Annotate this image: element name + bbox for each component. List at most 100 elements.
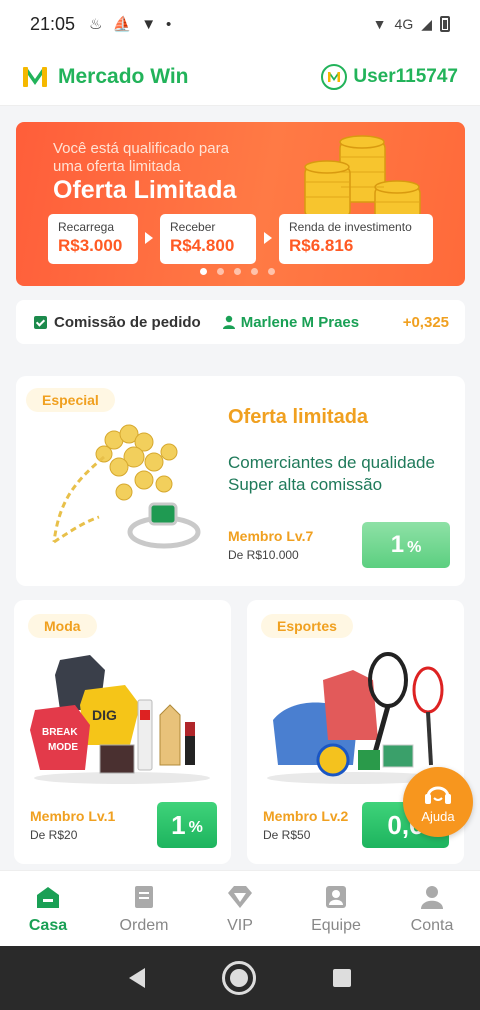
back-icon[interactable] bbox=[128, 968, 145, 988]
member-level: Membro Lv.2 bbox=[263, 808, 349, 824]
svg-text:BREAK: BREAK bbox=[42, 727, 78, 738]
card-value: R$3.000 bbox=[58, 236, 123, 255]
system-nav-bar bbox=[0, 946, 480, 1010]
nav-label: VIP bbox=[227, 916, 253, 934]
team-icon bbox=[326, 885, 346, 908]
diamond-icon bbox=[228, 885, 252, 908]
member-level: Membro Lv.1 bbox=[30, 808, 116, 824]
commission-ticker: Comissão de pedido Marlene M Praes +0,32… bbox=[16, 300, 465, 344]
featured-title: Oferta limitada bbox=[228, 406, 369, 428]
featured-description: Comerciantes de qualidade Super alta com… bbox=[228, 452, 435, 496]
nav-item-conta[interactable]: Conta bbox=[384, 871, 480, 946]
card-value: R$6.816 bbox=[289, 236, 354, 255]
system-icons: ▼ 4G ◢ bbox=[373, 16, 450, 33]
jewelry-image bbox=[52, 424, 201, 549]
orders-icon bbox=[135, 885, 153, 908]
card-label: Recarrega bbox=[58, 220, 115, 234]
app-title: Mercado Win bbox=[58, 64, 189, 88]
boat-icon: ⛵ bbox=[112, 16, 132, 33]
rate-percent: % bbox=[188, 819, 203, 836]
arrow-right-icon bbox=[264, 232, 272, 244]
svg-text:MODE: MODE bbox=[48, 742, 78, 753]
commission-user: Marlene M Praes bbox=[222, 313, 360, 331]
category-tag: Esportes bbox=[261, 614, 353, 638]
notification-icons: ♨ ⛵ ▼ • bbox=[89, 15, 172, 34]
checklist-icon bbox=[34, 315, 47, 329]
battery-icon bbox=[440, 16, 450, 32]
person-icon bbox=[222, 315, 235, 329]
nav-item-equipe[interactable]: Equipe bbox=[288, 871, 384, 946]
min-value: De R$50 bbox=[263, 828, 311, 842]
carousel-dots bbox=[200, 268, 275, 275]
commission-label: Comissão de pedido bbox=[34, 314, 201, 331]
carousel-dot[interactable] bbox=[217, 268, 224, 275]
commission-value: +0,325 bbox=[402, 313, 449, 331]
card-value: R$4.800 bbox=[170, 236, 235, 255]
featured-desc-line: Comerciantes de qualidade bbox=[228, 453, 435, 472]
featured-rate-button[interactable]: 1 % bbox=[362, 522, 450, 568]
featured-desc-line: Super alta comissão bbox=[228, 475, 383, 494]
nav-label: Conta bbox=[410, 916, 454, 934]
carousel-dot[interactable] bbox=[251, 268, 258, 275]
carousel-dot[interactable] bbox=[200, 268, 207, 275]
category-rate-button[interactable]: 1 % bbox=[157, 802, 217, 848]
network-type: 4G bbox=[394, 16, 414, 32]
min-value: De R$10.000 bbox=[228, 548, 299, 562]
sports-image bbox=[267, 652, 444, 784]
nav-label: Ordem bbox=[119, 916, 169, 934]
fashion-image: DIG BREAK MODE bbox=[30, 655, 210, 784]
nav-item-vip[interactable]: VIP bbox=[192, 871, 288, 946]
wifi-icon: ▼ bbox=[372, 16, 387, 32]
status-bar: 21:05 ♨ ⛵ ▼ • ▼ 4G ◢ bbox=[0, 0, 480, 48]
help-label: Ajuda bbox=[421, 808, 455, 824]
nav-item-casa[interactable]: Casa bbox=[0, 871, 96, 946]
username: User115747 bbox=[353, 65, 458, 87]
featured-level: Membro Lv.7 De R$10.000 bbox=[228, 528, 313, 562]
card-label: Receber bbox=[170, 220, 216, 234]
carousel-dot[interactable] bbox=[234, 268, 241, 275]
nav-label: Casa bbox=[28, 916, 68, 934]
member-level: Membro Lv.7 bbox=[228, 528, 314, 544]
headset-icon bbox=[425, 786, 451, 804]
rate-value: 1 bbox=[171, 809, 186, 840]
rate-value: 1 bbox=[390, 531, 405, 558]
category-level: Membro Lv.2 De R$50 bbox=[263, 808, 348, 842]
banner-title: Oferta Limitada bbox=[53, 176, 237, 204]
logo-icon bbox=[23, 66, 47, 87]
banner-card-income: Renda de investimento R$6.816 bbox=[279, 214, 433, 264]
home-icon bbox=[37, 886, 59, 908]
user-badge-icon bbox=[321, 63, 348, 90]
category-tag: Moda bbox=[28, 614, 97, 638]
rate-percent: % bbox=[407, 539, 422, 556]
promo-banner[interactable]: Você está qualificado para uma oferta li… bbox=[16, 122, 465, 286]
category-card-moda[interactable]: Moda DIG BREAK MODE Membro Lv.1 De R$20 … bbox=[14, 600, 231, 864]
banner-subtitle: Você está qualificado para uma oferta li… bbox=[53, 140, 229, 175]
help-button[interactable]: Ajuda bbox=[403, 767, 473, 837]
app-header: Mercado Win User115747 bbox=[0, 48, 480, 106]
nav-item-ordem[interactable]: Ordem bbox=[96, 871, 192, 946]
featured-tag: Especial bbox=[26, 388, 115, 412]
featured-card[interactable]: Especial Oferta limitada Comerciantes de… bbox=[16, 376, 465, 586]
coins-icon bbox=[304, 135, 421, 220]
card-label: Renda de investimento bbox=[289, 220, 412, 234]
recents-icon[interactable] bbox=[333, 969, 352, 987]
signal-triangle-icon: ▼ bbox=[141, 15, 157, 33]
arrow-right-icon bbox=[145, 232, 153, 244]
nav-label: Equipe bbox=[311, 916, 361, 934]
category-level: Membro Lv.1 De R$20 bbox=[30, 808, 115, 842]
dot-icon: • bbox=[166, 15, 172, 33]
commission-user-name: Marlene M Praes bbox=[240, 313, 360, 331]
svg-text:DIG: DIG bbox=[92, 707, 117, 723]
commission-label-text: Comissão de pedido bbox=[54, 313, 201, 331]
bottom-nav: Casa Ordem VIP Equipe Conta bbox=[0, 870, 480, 946]
cell-signal-icon: ◢ bbox=[421, 15, 432, 32]
min-value: De R$20 bbox=[30, 828, 78, 842]
bowl-icon: ♨ bbox=[89, 16, 103, 33]
banner-card-recharge: Recarrega R$3.000 bbox=[48, 214, 138, 264]
user-account[interactable]: User115747 bbox=[321, 63, 458, 90]
status-time: 21:05 bbox=[30, 13, 76, 34]
account-icon bbox=[421, 885, 443, 909]
carousel-dot[interactable] bbox=[268, 268, 275, 275]
banner-card-receive: Receber R$4.800 bbox=[160, 214, 256, 264]
home-circle-icon[interactable] bbox=[221, 961, 256, 995]
